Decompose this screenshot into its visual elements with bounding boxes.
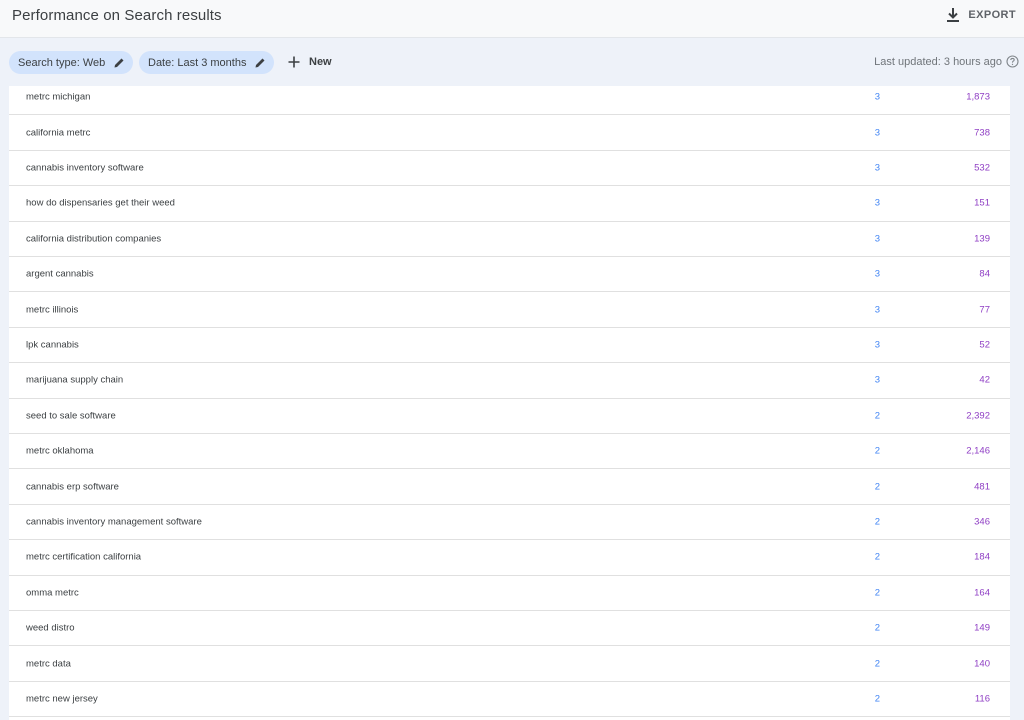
clicks-cell: 3	[874, 127, 880, 139]
impressions-cell: 42	[979, 374, 990, 386]
query-cell: marijuana supply chain	[26, 374, 124, 386]
query-cell: weed distro	[26, 622, 75, 634]
query-cell: metrc michigan	[26, 91, 91, 103]
pencil-icon	[254, 57, 266, 69]
query-cell: california metrc	[26, 127, 91, 139]
query-cell: cannabis erp software	[26, 481, 119, 493]
table-row[interactable]: metrc new jersey 2 116	[9, 682, 1010, 718]
query-cell: metrc illinois	[26, 304, 79, 316]
table-row[interactable]: weed distro 2 149	[9, 611, 1010, 647]
clicks-cell: 2	[874, 445, 880, 457]
table-row[interactable]: metrc michigan 3 1,873	[9, 86, 1010, 116]
clicks-cell: 3	[874, 197, 880, 209]
last-updated-label: Last updated: 3 hours ago	[874, 55, 1002, 68]
table-row[interactable]: seed to sale software 2 2,392	[9, 399, 1010, 434]
table-row[interactable]: marijuana supply chain 3 42	[9, 363, 1010, 399]
query-cell: argent cannabis	[26, 268, 94, 280]
impressions-cell: 738	[974, 127, 990, 139]
table-row[interactable]: cannabis erp software 2 481	[9, 469, 1010, 505]
impressions-cell: 116	[974, 693, 990, 705]
last-updated: Last updated: 3 hours ago	[874, 55, 1019, 68]
clicks-cell: 3	[874, 91, 880, 103]
queries-table: metrc michigan 3 1,873 california metrc 3 738…	[9, 86, 1010, 720]
table-row[interactable]: california metrc 3 738	[9, 115, 1010, 151]
search-type-chip[interactable]: Search type: Web	[9, 51, 134, 74]
impressions-cell: 139	[974, 233, 990, 245]
table-row[interactable]: how do dispensaries get their weed 3 151	[9, 186, 1010, 222]
clicks-cell: 3	[874, 162, 880, 174]
query-cell: metrc certification california	[26, 551, 142, 563]
clicks-cell: 2	[874, 622, 880, 634]
table-row[interactable]: cannabis inventory software 3 532	[9, 151, 1010, 187]
impressions-cell: 346	[974, 516, 990, 528]
export-label: EXPORT	[968, 9, 1016, 21]
new-filter-button[interactable]: New	[288, 53, 332, 71]
impressions-cell: 77	[979, 304, 990, 316]
table-row[interactable]: argent cannabis 3 84	[9, 257, 1010, 293]
clicks-cell: 3	[874, 304, 880, 316]
table-row[interactable]: cannabis inventory management software 2 3…	[9, 505, 1010, 541]
clicks-cell: 2	[874, 551, 880, 563]
export-button[interactable]: EXPORT	[946, 6, 1016, 24]
clicks-cell: 2	[874, 587, 880, 599]
clicks-cell: 3	[874, 374, 880, 386]
pencil-icon	[113, 57, 125, 69]
impressions-cell: 52	[979, 339, 990, 351]
query-cell: how do dispensaries get their weed	[26, 197, 175, 209]
table-row[interactable]: metrc oklahoma 2 2,146	[9, 434, 1010, 470]
impressions-cell: 149	[974, 622, 990, 634]
table-row[interactable]: lpk cannabis 3 52	[9, 328, 1010, 364]
plus-icon	[288, 56, 300, 68]
chip-label: Search type: Web	[18, 56, 106, 69]
table-row[interactable]: california distribution companies 3 139	[9, 222, 1010, 257]
query-cell: lpk cannabis	[26, 339, 79, 351]
clicks-cell: 2	[874, 481, 880, 493]
impressions-cell: 1,873	[966, 91, 990, 103]
query-cell: metrc oklahoma	[26, 445, 94, 457]
date-chip[interactable]: Date: Last 3 months	[139, 51, 275, 74]
page-title: Performance on Search results	[12, 7, 222, 24]
clicks-cell: 3	[874, 233, 880, 245]
query-cell: cannabis inventory management software	[26, 516, 202, 528]
help-icon[interactable]	[1006, 55, 1019, 68]
query-cell: california distribution companies	[26, 233, 162, 245]
query-cell: metrc data	[26, 658, 71, 670]
query-cell: metrc new jersey	[26, 693, 98, 705]
impressions-cell: 481	[974, 481, 990, 493]
table-row[interactable]: metrc data 2 140	[9, 646, 1010, 682]
clicks-cell: 2	[874, 410, 880, 422]
chip-label: Date: Last 3 months	[148, 56, 247, 69]
new-filter-label: New	[309, 56, 332, 68]
impressions-cell: 140	[974, 658, 990, 670]
table-row[interactable]: metrc certification california 2 184	[9, 540, 1010, 576]
clicks-cell: 3	[874, 339, 880, 351]
impressions-cell: 532	[974, 162, 990, 174]
query-cell: omma metrc	[26, 587, 79, 599]
impressions-cell: 2,146	[966, 445, 990, 457]
impressions-cell: 84	[979, 268, 990, 280]
download-icon	[946, 7, 960, 23]
query-cell: cannabis inventory software	[26, 162, 144, 174]
filter-bar: Search type: Web Date: Last 3 months New…	[0, 38, 1024, 86]
impressions-cell: 164	[974, 587, 990, 599]
impressions-cell: 151	[974, 197, 990, 209]
clicks-cell: 3	[874, 268, 880, 280]
page-header: Performance on Search results EXPORT	[0, 0, 1024, 38]
clicks-cell: 2	[874, 516, 880, 528]
table-row[interactable]: metrc illinois 3 77	[9, 292, 1010, 328]
table-row[interactable]: omma metrc 2 164	[9, 576, 1010, 611]
impressions-cell: 2,392	[966, 410, 990, 422]
impressions-cell: 184	[974, 551, 990, 563]
query-cell: seed to sale software	[26, 410, 116, 422]
clicks-cell: 2	[874, 658, 880, 670]
clicks-cell: 2	[874, 693, 880, 705]
